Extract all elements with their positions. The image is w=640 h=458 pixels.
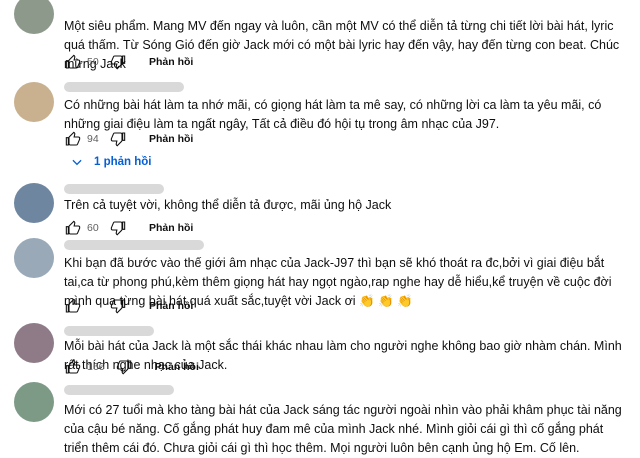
chevron-down-icon bbox=[68, 153, 86, 171]
like-count: 94 bbox=[87, 133, 99, 145]
thumb-up-icon[interactable] bbox=[64, 297, 82, 315]
comment-actions: Phản hồi bbox=[64, 295, 199, 317]
thumb-down-icon[interactable] bbox=[115, 358, 133, 376]
avatar[interactable] bbox=[14, 183, 54, 223]
author-name[interactable] bbox=[64, 184, 164, 194]
reply-button[interactable]: Phản hồi bbox=[143, 52, 199, 72]
avatar[interactable] bbox=[14, 238, 54, 278]
comment-actions: 166 Phản hồi bbox=[64, 356, 205, 378]
like-count: 60 bbox=[87, 222, 99, 234]
thumb-down-icon[interactable] bbox=[109, 53, 127, 71]
thumb-up-icon[interactable] bbox=[64, 358, 82, 376]
avatar[interactable] bbox=[14, 0, 54, 34]
avatar[interactable] bbox=[14, 382, 54, 422]
reply-button[interactable]: Phản hồi bbox=[143, 296, 199, 316]
comment-item: Một siêu phẩm. Mang MV đến ngay và luôn,… bbox=[0, 0, 640, 75]
reply-button[interactable]: Phản hồi bbox=[143, 129, 199, 149]
author-name[interactable] bbox=[64, 82, 184, 92]
comment-text: Mới có 27 tuổi mà kho tàng bài hát của J… bbox=[64, 403, 622, 455]
author-name[interactable] bbox=[64, 326, 154, 336]
author-name[interactable] bbox=[64, 240, 204, 250]
avatar[interactable] bbox=[14, 323, 54, 363]
thumb-down-icon[interactable] bbox=[109, 130, 127, 148]
thumb-down-icon[interactable] bbox=[109, 297, 127, 315]
thumb-up-icon[interactable] bbox=[64, 130, 82, 148]
thumb-up-icon[interactable] bbox=[64, 53, 82, 71]
comment-item: Mỗi bài hát của Jack là một sắc thái khá… bbox=[0, 320, 640, 378]
replies-count: 1 phản hồi bbox=[94, 156, 152, 168]
author-name[interactable] bbox=[64, 385, 174, 395]
comment-item: Có những bài hát làm ta nhớ mãi, có giọn… bbox=[0, 75, 640, 178]
comment-actions: 94 Phản hồi bbox=[64, 128, 199, 150]
like-count: 166 bbox=[87, 361, 105, 373]
comment-actions: 50 Phản hồi bbox=[64, 51, 199, 73]
like-count: 50 bbox=[87, 56, 99, 68]
thumb-down-icon[interactable] bbox=[109, 219, 127, 237]
thumb-up-icon[interactable] bbox=[64, 219, 82, 237]
reply-button[interactable]: Phản hồi bbox=[149, 357, 205, 377]
comment-actions: 60 Phản hồi bbox=[64, 217, 199, 239]
avatar[interactable] bbox=[14, 82, 54, 122]
comment-item: Khi bạn đã bước vào thế giới âm nhạc của… bbox=[0, 238, 640, 320]
comment-item: Trên cả tuyệt vời, không thể diễn tả đượ… bbox=[0, 178, 640, 238]
reply-button[interactable]: Phản hồi bbox=[143, 218, 199, 238]
comment-item: Mới có 27 tuổi mà kho tàng bài hát của J… bbox=[0, 378, 640, 455]
comment-text: Trên cả tuyệt vời, không thể diễn tả đượ… bbox=[64, 198, 392, 212]
view-replies-button[interactable]: 1 phản hồi bbox=[60, 151, 160, 173]
